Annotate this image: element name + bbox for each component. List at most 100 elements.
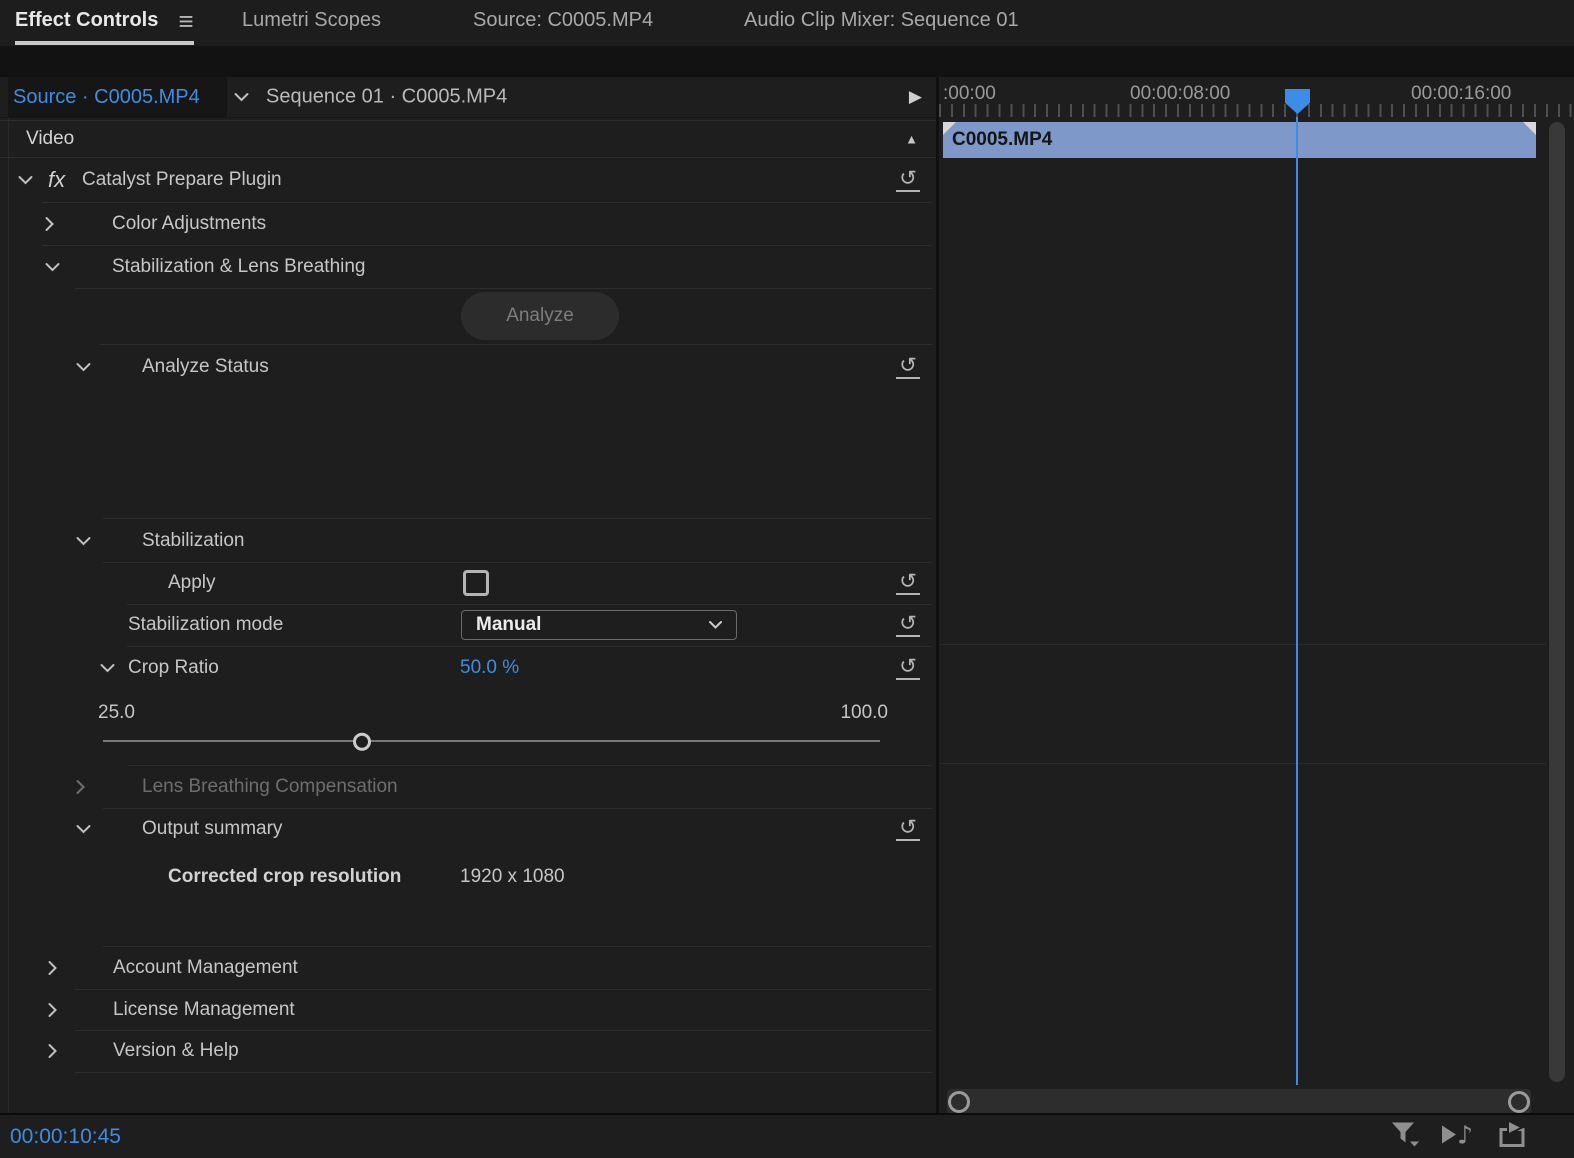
row-lens-breathing-compensation[interactable]: Lens Breathing Compensation [0, 765, 936, 808]
lens-breathing-label: Lens Breathing Compensation [142, 776, 398, 798]
row-catalyst-prepare-plugin[interactable]: fx Catalyst Prepare Plugin ↺ [0, 158, 936, 202]
tab-source-monitor-label: Source: C0005.MP4 [473, 9, 653, 32]
tab-audio-clip-mixer-label: Audio Clip Mixer: Sequence 01 [744, 9, 1019, 32]
tab-effect-controls[interactable]: Effect Controls ≡ [15, 0, 194, 45]
source-dropdown-chevron-icon[interactable] [234, 93, 249, 102]
collapsed-chevron-icon[interactable] [48, 1044, 57, 1059]
sequence-clip-label[interactable]: Sequence 01 · C0005.MP4 [266, 86, 507, 109]
fx-badge-icon: fx [48, 167, 65, 193]
row-account-management[interactable]: Account Management [0, 946, 936, 989]
row-license-management[interactable]: License Management [0, 989, 936, 1030]
crop-ratio-slider-track[interactable] [103, 740, 880, 742]
filter-properties-icon[interactable] [1388, 1119, 1422, 1154]
expand-chevron-icon[interactable] [45, 262, 60, 271]
panel-menu-icon[interactable]: ≡ [178, 8, 193, 34]
clip-corner-notch [1523, 122, 1536, 135]
zoom-handle-right[interactable] [1508, 1091, 1530, 1113]
export-icon[interactable] [1496, 1119, 1530, 1154]
crop-ratio-slider-row: 25.0 100.0 [0, 690, 936, 767]
vertical-scrollbar[interactable] [1549, 122, 1565, 1082]
stabilization-label: Stabilization [142, 530, 244, 552]
stabilization-mode-dropdown[interactable]: Manual [461, 610, 737, 640]
reset-parameter-icon[interactable]: ↺ [896, 571, 920, 595]
effect-timeline-panel: :00:00 00:00:08:00 00:00:16:00 C0005.MP4 [936, 77, 1574, 1113]
apply-label: Apply [168, 572, 216, 594]
row-analyze-status[interactable]: Analyze Status ↺ [0, 345, 936, 389]
crop-ratio-value[interactable]: 50.0 % [460, 657, 519, 679]
tab-lumetri-scopes[interactable]: Lumetri Scopes [242, 0, 381, 41]
tab-effect-controls-label: Effect Controls [15, 9, 158, 32]
ruler-label: 00:00:16:00 [1411, 83, 1511, 105]
tab-lumetri-scopes-label: Lumetri Scopes [242, 9, 381, 32]
video-section-header[interactable]: Video ▲ [0, 120, 936, 158]
stabilization-mode-value: Manual [476, 614, 541, 636]
expand-chevron-icon[interactable] [76, 825, 91, 834]
corrected-crop-value: 1920 x 1080 [460, 866, 565, 888]
slider-max-label: 100.0 [840, 702, 888, 724]
panel-footer: 00:00:10:45 ♪ [0, 1113, 1574, 1158]
analyze-status-label: Analyze Status [142, 356, 269, 378]
tab-source-monitor[interactable]: Source: C0005.MP4 [473, 0, 653, 41]
reset-parameter-icon[interactable]: ↺ [896, 817, 920, 841]
apply-checkbox[interactable] [463, 570, 489, 596]
row-apply: Apply ↺ [0, 562, 936, 604]
collapse-section-icon[interactable]: ▲ [905, 132, 918, 147]
play-audio-icon[interactable]: ♪ [1438, 1119, 1478, 1154]
collapsed-chevron-icon[interactable] [48, 960, 57, 975]
stabilization-mode-label: Stabilization mode [128, 614, 283, 636]
header-play-icon[interactable]: ▶ [909, 87, 922, 107]
timeline-clip[interactable]: C0005.MP4 [943, 122, 1536, 158]
row-stabilization-mode: Stabilization mode Manual ↺ [0, 604, 936, 646]
zoom-handle-left[interactable] [948, 1091, 970, 1113]
track-divider [939, 644, 1546, 645]
reset-parameter-icon[interactable]: ↺ [896, 656, 920, 680]
tab-audio-clip-mixer[interactable]: Audio Clip Mixer: Sequence 01 [744, 0, 1019, 41]
row-divider [75, 288, 932, 289]
source-clip-tab[interactable]: Source · C0005.MP4 [8, 77, 227, 117]
expand-chevron-icon[interactable] [18, 176, 33, 185]
reset-effect-icon[interactable]: ↺ [896, 168, 920, 192]
clip-name-label: C0005.MP4 [952, 129, 1052, 151]
stabilization-lens-breathing-label: Stabilization & Lens Breathing [112, 256, 366, 278]
row-divider [103, 518, 932, 519]
timeline-zoom-bar[interactable] [947, 1089, 1531, 1114]
row-divider [75, 1072, 932, 1073]
collapsed-chevron-icon[interactable] [76, 779, 85, 794]
corrected-crop-label: Corrected crop resolution [168, 866, 401, 888]
license-management-label: License Management [113, 999, 295, 1021]
color-adjustments-label: Color Adjustments [112, 213, 266, 235]
expand-chevron-icon[interactable] [76, 537, 91, 546]
row-color-adjustments[interactable]: Color Adjustments [0, 202, 936, 245]
row-corrected-crop-resolution: Corrected crop resolution 1920 x 1080 [0, 855, 936, 898]
analyze-button-label: Analyze [506, 305, 574, 327]
crop-ratio-slider-knob[interactable] [353, 733, 371, 751]
row-crop-ratio: Crop Ratio 50.0 % ↺ [0, 646, 936, 690]
current-timecode[interactable]: 00:00:10:45 [10, 1125, 121, 1149]
expand-chevron-icon[interactable] [76, 363, 91, 372]
track-divider [939, 763, 1546, 764]
row-output-summary[interactable]: Output summary ↺ [0, 808, 936, 850]
effect-controls-panel: Effect Controls ≡ Lumetri Scopes Source:… [0, 0, 1574, 1158]
crop-ratio-label: Crop Ratio [128, 657, 219, 679]
account-management-label: Account Management [113, 957, 298, 979]
ruler-label: :00:00 [943, 83, 996, 105]
collapsed-chevron-icon[interactable] [45, 216, 54, 231]
expand-chevron-icon[interactable] [100, 664, 115, 673]
timeline-ruler[interactable]: :00:00 00:00:08:00 00:00:16:00 [939, 77, 1574, 117]
effect-parameters-panel: Source · C0005.MP4 Sequence 01 · C0005.M… [0, 77, 936, 1113]
reset-parameter-icon[interactable]: ↺ [896, 613, 920, 637]
analyze-button[interactable]: Analyze [461, 292, 619, 340]
dropdown-chevron-icon [709, 616, 722, 634]
output-summary-label: Output summary [142, 818, 282, 840]
panel-tab-bar: Effect Controls ≡ Lumetri Scopes Source:… [0, 0, 1574, 46]
reset-parameter-icon[interactable]: ↺ [896, 355, 920, 379]
source-clip-tab-label: Source · C0005.MP4 [13, 86, 200, 109]
row-version-help[interactable]: Version & Help [0, 1030, 936, 1072]
row-stabilization-lens-breathing[interactable]: Stabilization & Lens Breathing [0, 245, 936, 288]
collapsed-chevron-icon[interactable] [48, 1002, 57, 1017]
video-section-label: Video [26, 128, 74, 150]
row-stabilization[interactable]: Stabilization [0, 520, 936, 562]
ruler-label: 00:00:08:00 [1130, 83, 1230, 105]
plugin-name-label: Catalyst Prepare Plugin [82, 169, 282, 191]
version-help-label: Version & Help [113, 1040, 239, 1062]
